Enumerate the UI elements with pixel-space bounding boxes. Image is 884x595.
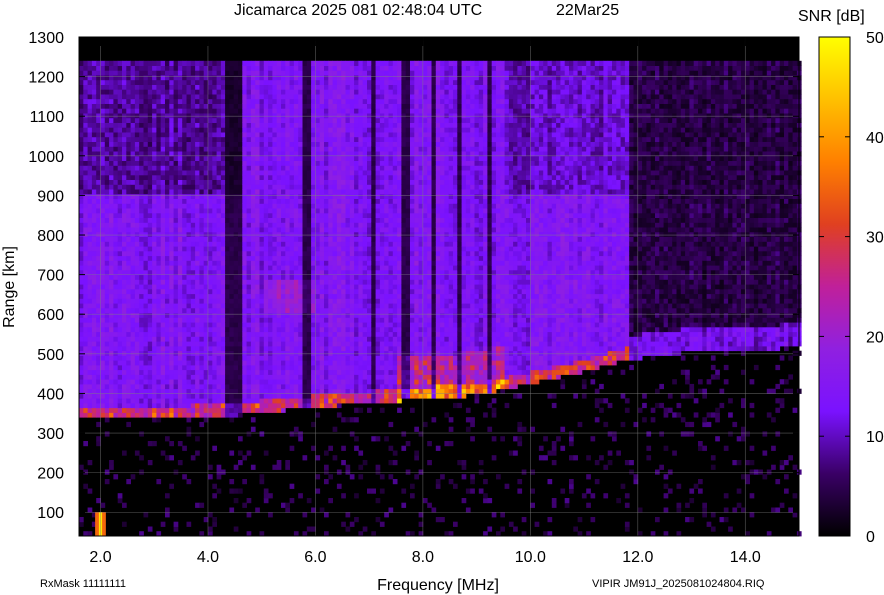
y-tick-label: 500 bbox=[37, 347, 64, 364]
y-tick-label: 600 bbox=[37, 307, 64, 324]
colorbar-tick-label: 20 bbox=[866, 329, 884, 346]
colorbar-tick-label: 40 bbox=[866, 130, 884, 147]
colorbar bbox=[818, 36, 851, 537]
file-name-label: VIPIR JM91J_2025081024804.RIQ bbox=[592, 578, 765, 590]
heatmap-image bbox=[79, 37, 802, 537]
y-tick-label: 1000 bbox=[28, 149, 64, 166]
x-tick-label: 10.0 bbox=[515, 549, 546, 566]
x-tick-label: 8.0 bbox=[412, 549, 434, 566]
x-tick-label: 14.0 bbox=[730, 549, 761, 566]
x-tick-label: 2.0 bbox=[89, 549, 111, 566]
y-tick-label: 1100 bbox=[30, 109, 65, 126]
y-tick-label: 100 bbox=[37, 505, 64, 522]
y-tick-label: 1300 bbox=[28, 30, 64, 47]
colorbar-tick-label: 30 bbox=[866, 230, 884, 247]
x-tick-label: 12.0 bbox=[622, 549, 653, 566]
chart-title: Jicamarca 2025 081 02:48:04 UTC bbox=[234, 2, 482, 19]
ionogram-chart: Jicamarca 2025 081 02:48:04 UTC 22Mar25 … bbox=[1, 2, 884, 594]
x-axis-label: Frequency [MHz] bbox=[377, 577, 499, 594]
rx-mask-label: RxMask 11111111 bbox=[40, 578, 126, 590]
y-tick-label: 700 bbox=[37, 268, 64, 285]
y-tick-label: 300 bbox=[37, 426, 64, 443]
y-tick-label: 800 bbox=[37, 228, 64, 245]
y-tick-label: 200 bbox=[37, 466, 64, 483]
x-tick-label: 6.0 bbox=[304, 549, 326, 566]
colorbar-tick-label: 50 bbox=[866, 30, 884, 47]
y-axis-label: Range [km] bbox=[1, 246, 18, 328]
chart-date: 22Mar25 bbox=[556, 2, 619, 19]
colorbar-tick-label: 10 bbox=[866, 429, 884, 446]
y-tick-label: 400 bbox=[37, 386, 64, 403]
y-tick-label: 1200 bbox=[28, 70, 64, 87]
colorbar-label: SNR [dB] bbox=[798, 8, 865, 25]
colorbar-tick-label: 0 bbox=[866, 529, 875, 546]
x-tick-label: 4.0 bbox=[197, 549, 219, 566]
y-tick-label: 900 bbox=[37, 188, 64, 205]
